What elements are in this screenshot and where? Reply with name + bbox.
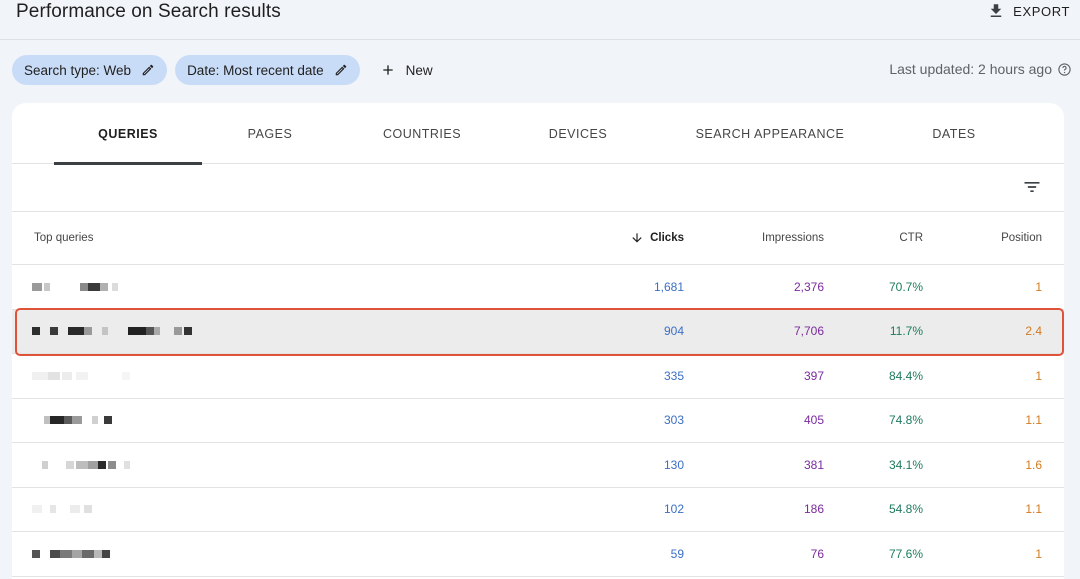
col-header-clicks-label: Clicks <box>650 232 684 244</box>
cell-impressions: 186 <box>803 502 824 517</box>
cell-clicks: 335 <box>663 368 684 383</box>
tab-dates[interactable]: DATES <box>884 103 1024 164</box>
cell-clicks: 130 <box>663 457 684 472</box>
cell-impressions: 405 <box>803 413 824 428</box>
new-filter-button[interactable]: New <box>370 55 443 85</box>
top-bar: Performance on Search results EXPORT <box>0 0 1080 40</box>
cell-ctr: 84.4% <box>888 368 923 383</box>
cell-ctr: 34.1% <box>888 457 923 472</box>
export-button[interactable]: EXPORT <box>987 0 1070 22</box>
cell-position: 2.4 <box>1025 324 1042 339</box>
last-updated-text: Last updated: 2 hours ago <box>889 61 1052 77</box>
cell-impressions: 2,376 <box>793 279 824 294</box>
cell-position: 1 <box>1035 279 1042 294</box>
arrow-down-icon <box>632 233 642 243</box>
table-row-selected[interactable]: 904 7,706 11.7% 2.4 <box>12 309 1064 354</box>
cell-ctr: 74.8% <box>888 413 923 428</box>
col-header-position[interactable]: Position <box>1001 212 1042 264</box>
cell-clicks: 303 <box>663 413 684 428</box>
pencil-icon <box>335 64 346 76</box>
table-body: 1,681 2,376 70.7% 1 904 7,706 11.7% 2.4 <box>12 265 1064 577</box>
cell-impressions: 397 <box>803 368 824 383</box>
cell-impressions: 381 <box>803 457 824 472</box>
cell-clicks: 904 <box>663 324 684 339</box>
dimension-tabs: QUERIES PAGES COUNTRIES DEVICES SEARCH A… <box>12 103 1064 165</box>
cell-ctr: 11.7% <box>889 324 923 339</box>
table-row[interactable]: 59 76 77.6% 1 <box>12 532 1064 577</box>
cell-clicks: 59 <box>670 546 684 561</box>
cell-clicks: 102 <box>663 502 684 517</box>
tab-countries[interactable]: COUNTRIES <box>348 103 496 164</box>
cell-impressions: 76 <box>810 546 824 561</box>
col-header-ctr[interactable]: CTR <box>899 212 923 264</box>
tab-search-appearance[interactable]: SEARCH APPEARANCE <box>676 103 864 164</box>
filter-bar: Search type: Web Date: Most recent date … <box>12 55 443 85</box>
search-type-chip[interactable]: Search type: Web <box>12 55 168 85</box>
plus-icon <box>382 65 393 75</box>
last-updated: Last updated: 2 hours ago <box>889 61 1072 77</box>
tab-devices[interactable]: DEVICES <box>508 103 648 164</box>
cell-ctr: 77.6% <box>888 546 923 561</box>
help-circle-icon[interactable] <box>1057 62 1072 77</box>
cell-position: 1 <box>1035 368 1042 383</box>
new-label: New <box>405 62 433 78</box>
col-header-query: Top queries <box>34 232 94 244</box>
chip-label: Search type: Web <box>24 62 132 78</box>
table-row[interactable]: 130 381 34.1% 1.6 <box>12 443 1064 488</box>
tab-pages[interactable]: PAGES <box>202 103 338 164</box>
date-chip[interactable]: Date: Most recent date <box>175 55 360 85</box>
pencil-icon <box>142 64 154 76</box>
download-icon <box>990 4 1002 17</box>
chip-label: Date: Most recent date <box>187 62 324 78</box>
filter-lines-icon[interactable] <box>1022 177 1042 197</box>
cell-position: 1 <box>1035 546 1042 561</box>
export-label: EXPORT <box>1013 3 1070 19</box>
cell-ctr: 54.8% <box>888 502 923 517</box>
report-card: QUERIES PAGES COUNTRIES DEVICES SEARCH A… <box>12 103 1064 579</box>
table-row[interactable]: 102 186 54.8% 1.1 <box>12 488 1064 532</box>
page-title: Performance on Search results <box>16 1 281 22</box>
col-header-clicks[interactable]: Clicks <box>630 212 684 264</box>
cell-ctr: 70.7% <box>888 279 923 294</box>
table-row[interactable]: 1,681 2,376 70.7% 1 <box>12 265 1064 310</box>
cell-impressions: 7,706 <box>793 324 824 339</box>
cell-position: 1.6 <box>1025 457 1042 472</box>
cell-clicks: 1,681 <box>653 279 684 294</box>
table-header: Top queries Clicks Impressions CTR Posit… <box>12 212 1064 265</box>
cell-position: 1.1 <box>1025 413 1042 428</box>
tab-queries[interactable]: QUERIES <box>54 103 202 165</box>
col-header-impressions[interactable]: Impressions <box>762 212 824 264</box>
cell-position: 1.1 <box>1025 502 1042 517</box>
table-row[interactable]: 303 405 74.8% 1.1 <box>12 399 1064 443</box>
table-filter-row <box>12 164 1064 212</box>
table-row[interactable]: 335 397 84.4% 1 <box>12 354 1064 399</box>
